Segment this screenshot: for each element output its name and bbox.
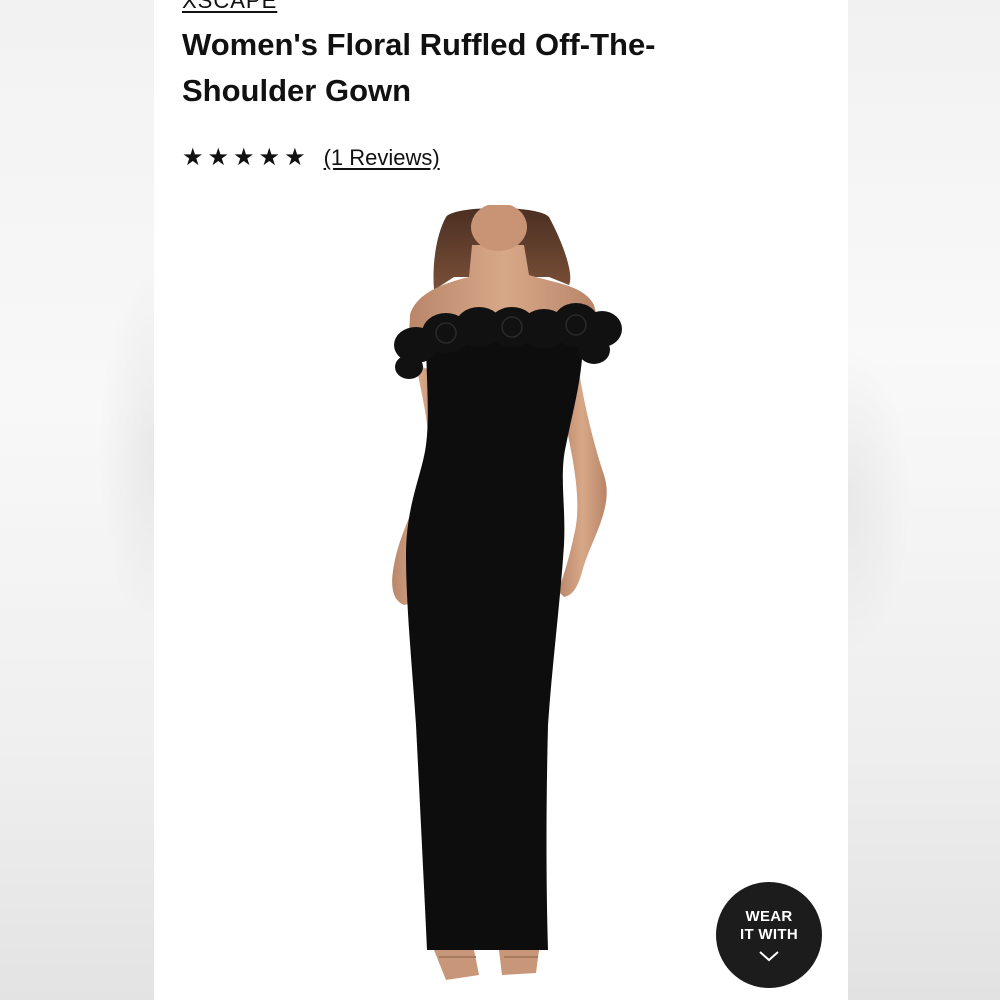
product-rating: ★ ★ ★ ★ ★ (1 Reviews) (182, 143, 440, 173)
product-page: XSCAPE Women's Floral Ruffled Off-The-Sh… (154, 0, 848, 1000)
brand-link[interactable]: XSCAPE (182, 0, 277, 14)
left-blurred-background (0, 0, 154, 1000)
chevron-down-icon (759, 951, 779, 962)
star-icon: ★ (182, 144, 204, 171)
wear-it-with-label-line1: WEAR (745, 908, 793, 925)
dress-shape (406, 325, 583, 950)
right-blurred-background (848, 0, 1000, 1000)
star-icon: ★ (233, 144, 255, 171)
star-icon: ★ (258, 144, 281, 171)
product-image[interactable] (154, 205, 848, 1000)
star-icon: ★ (207, 144, 230, 171)
wear-it-with-button[interactable]: WEAR IT WITH (716, 882, 822, 988)
wear-it-with-label-line2: IT WITH (740, 926, 798, 943)
star-rating: ★ ★ ★ ★ ★ (182, 143, 306, 173)
feet-shape (434, 950, 539, 980)
star-icon: ★ (284, 144, 306, 171)
product-title: Women's Floral Ruffled Off-The-Shoulder … (182, 27, 656, 108)
reviews-link[interactable]: (1 Reviews) (324, 145, 440, 171)
